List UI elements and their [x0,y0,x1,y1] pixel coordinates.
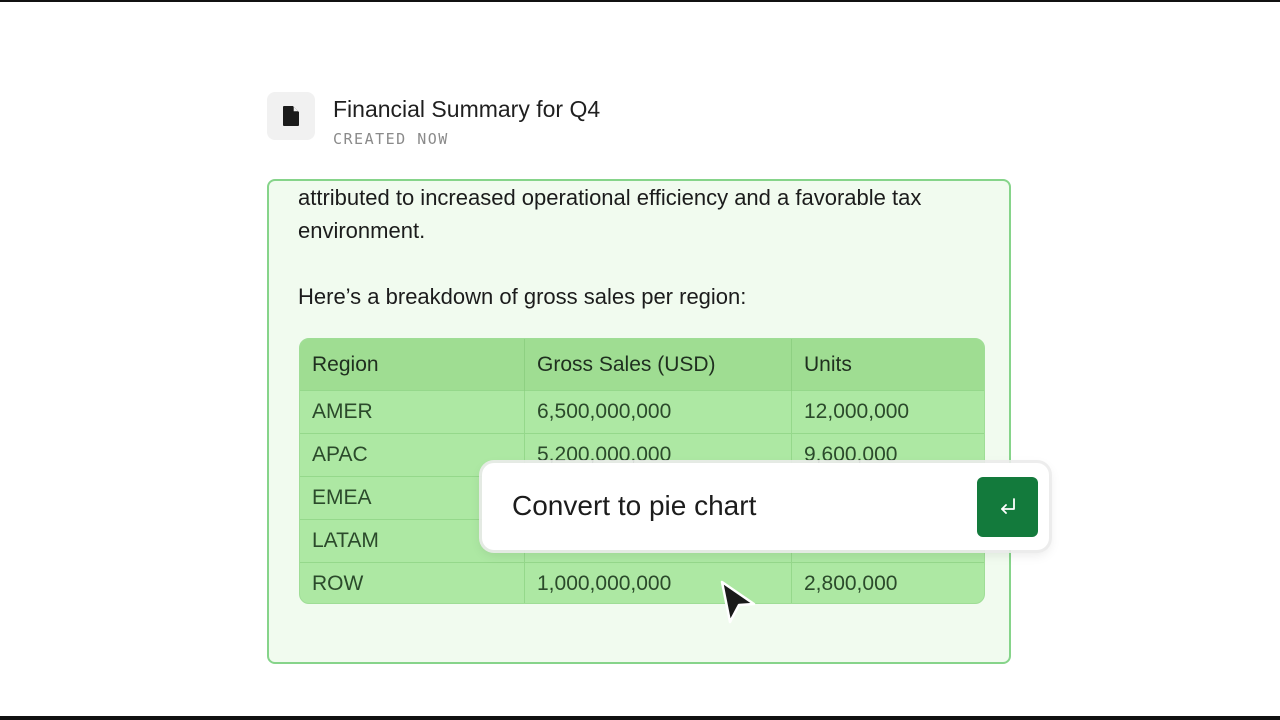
bottom-border [0,716,1280,720]
enter-return-icon [1000,498,1015,514]
table-header-row: Region Gross Sales (USD) Units [300,339,984,391]
document-icon [267,92,315,140]
cell-region: ROW [300,562,525,603]
document-glyph [283,106,299,126]
ai-prompt-popover[interactable]: Convert to pie chart [482,463,1049,550]
breakdown-intro: Here’s a breakdown of gross sales per re… [298,284,747,309]
top-border [0,0,1280,2]
app-frame: Financial Summary for Q4 CREATED NOW att… [0,0,1280,720]
content-card[interactable]: attributed to increased operational effi… [267,179,1011,664]
summary-paragraph: attributed to increased operational effi… [298,185,922,243]
table-row: ROW 1,000,000,000 2,800,000 [300,562,984,603]
cell-region: AMER [300,390,525,434]
document-header: Financial Summary for Q4 CREATED NOW [267,92,600,148]
cell-units: 12,000,000 [791,390,984,434]
column-header-gross-sales: Gross Sales (USD) [524,339,792,391]
column-header-units: Units [791,339,984,391]
document-created-label: CREATED NOW [333,130,449,148]
prompt-input[interactable]: Convert to pie chart [512,488,756,524]
table-row: AMER 6,500,000,000 12,000,000 [300,390,984,434]
cell-gross-sales: 6,500,000,000 [524,390,792,434]
submit-button[interactable] [977,477,1038,537]
document-title: Financial Summary for Q4 [333,96,601,122]
mouse-pointer-icon [720,580,756,624]
cell-units: 2,800,000 [791,562,984,603]
document-titles: Financial Summary for Q4 CREATED NOW [333,94,600,148]
column-header-region: Region [300,339,525,391]
